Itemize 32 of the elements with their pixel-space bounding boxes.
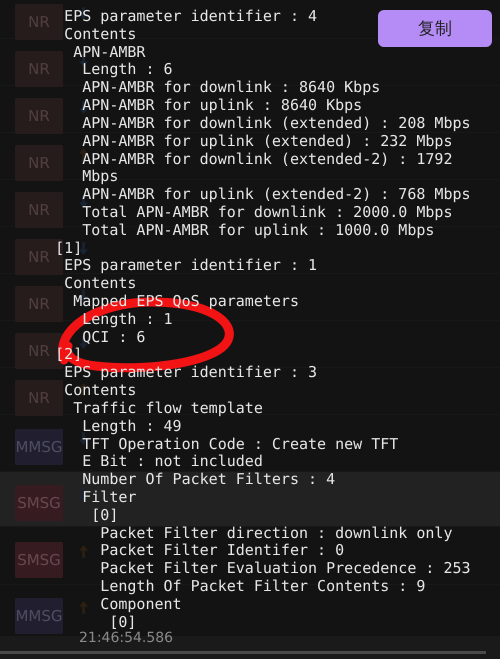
tree-line: APN-AMBR for uplink (extended) : 232 Mbps xyxy=(82,132,452,150)
timestamp: 21:46:54.586 xyxy=(79,630,174,646)
tree-line: E Bit : not included xyxy=(82,453,263,472)
tree-line: APN-AMBR for uplink : 8640 Kbps xyxy=(82,97,362,115)
tree-line: [0] xyxy=(91,506,118,525)
tree-line: APN-AMBR xyxy=(73,44,146,62)
tree-line: Number Of Packet Filters : 4 xyxy=(82,471,336,489)
tree-line: [1] xyxy=(55,240,82,258)
tree-line: Traffic flow template xyxy=(73,400,263,418)
tree-line: TFT Operation Code : Create new TFT xyxy=(82,436,398,454)
tree-line: [0] xyxy=(109,614,136,632)
copy-button[interactable]: 复制 xyxy=(378,10,492,47)
tree-line: Contents xyxy=(64,275,136,293)
tree-line: Filter xyxy=(82,488,136,507)
tree-line: EPS parameter identifier : 4 xyxy=(64,8,318,26)
tree-line: QCI : 6 xyxy=(82,328,146,346)
tree-line: EPS parameter identifier : 1 xyxy=(64,257,318,276)
tree-line: APN-AMBR for uplink (extended-2) : 768 Mbps xyxy=(82,186,471,204)
tree-line: APN-AMBR for downlink : 8640 Kbps xyxy=(82,79,380,98)
tree-line: Packet Filter direction : downlink only xyxy=(100,524,452,542)
tree-line: Total APN-AMBR for uplink : 1000.0 Mbps xyxy=(82,222,434,240)
tree-line: Packet Filter Evaluation Precedence : 253 xyxy=(100,560,471,578)
tree-line: Contents xyxy=(64,382,136,400)
tree-line: Contents xyxy=(64,26,136,44)
tree-line: Total APN-AMBR for downlink : 2000.0 Mbps xyxy=(82,204,452,222)
tree-line: Packet Filter Identifer : 0 xyxy=(100,542,344,560)
tree-line: Component xyxy=(100,596,182,614)
tree-line: Length : 6 xyxy=(82,61,173,80)
tree-line: APN-AMBR for downlink (extended) : 208 Mbps xyxy=(82,114,471,133)
tree-line: Length : 49 xyxy=(82,418,182,436)
tree-line: Length Of Packet Filter Contents : 9 xyxy=(100,578,426,596)
tree-line: APN-AMBR for downlink (extended-2) : 1792 Mbps xyxy=(82,150,454,186)
